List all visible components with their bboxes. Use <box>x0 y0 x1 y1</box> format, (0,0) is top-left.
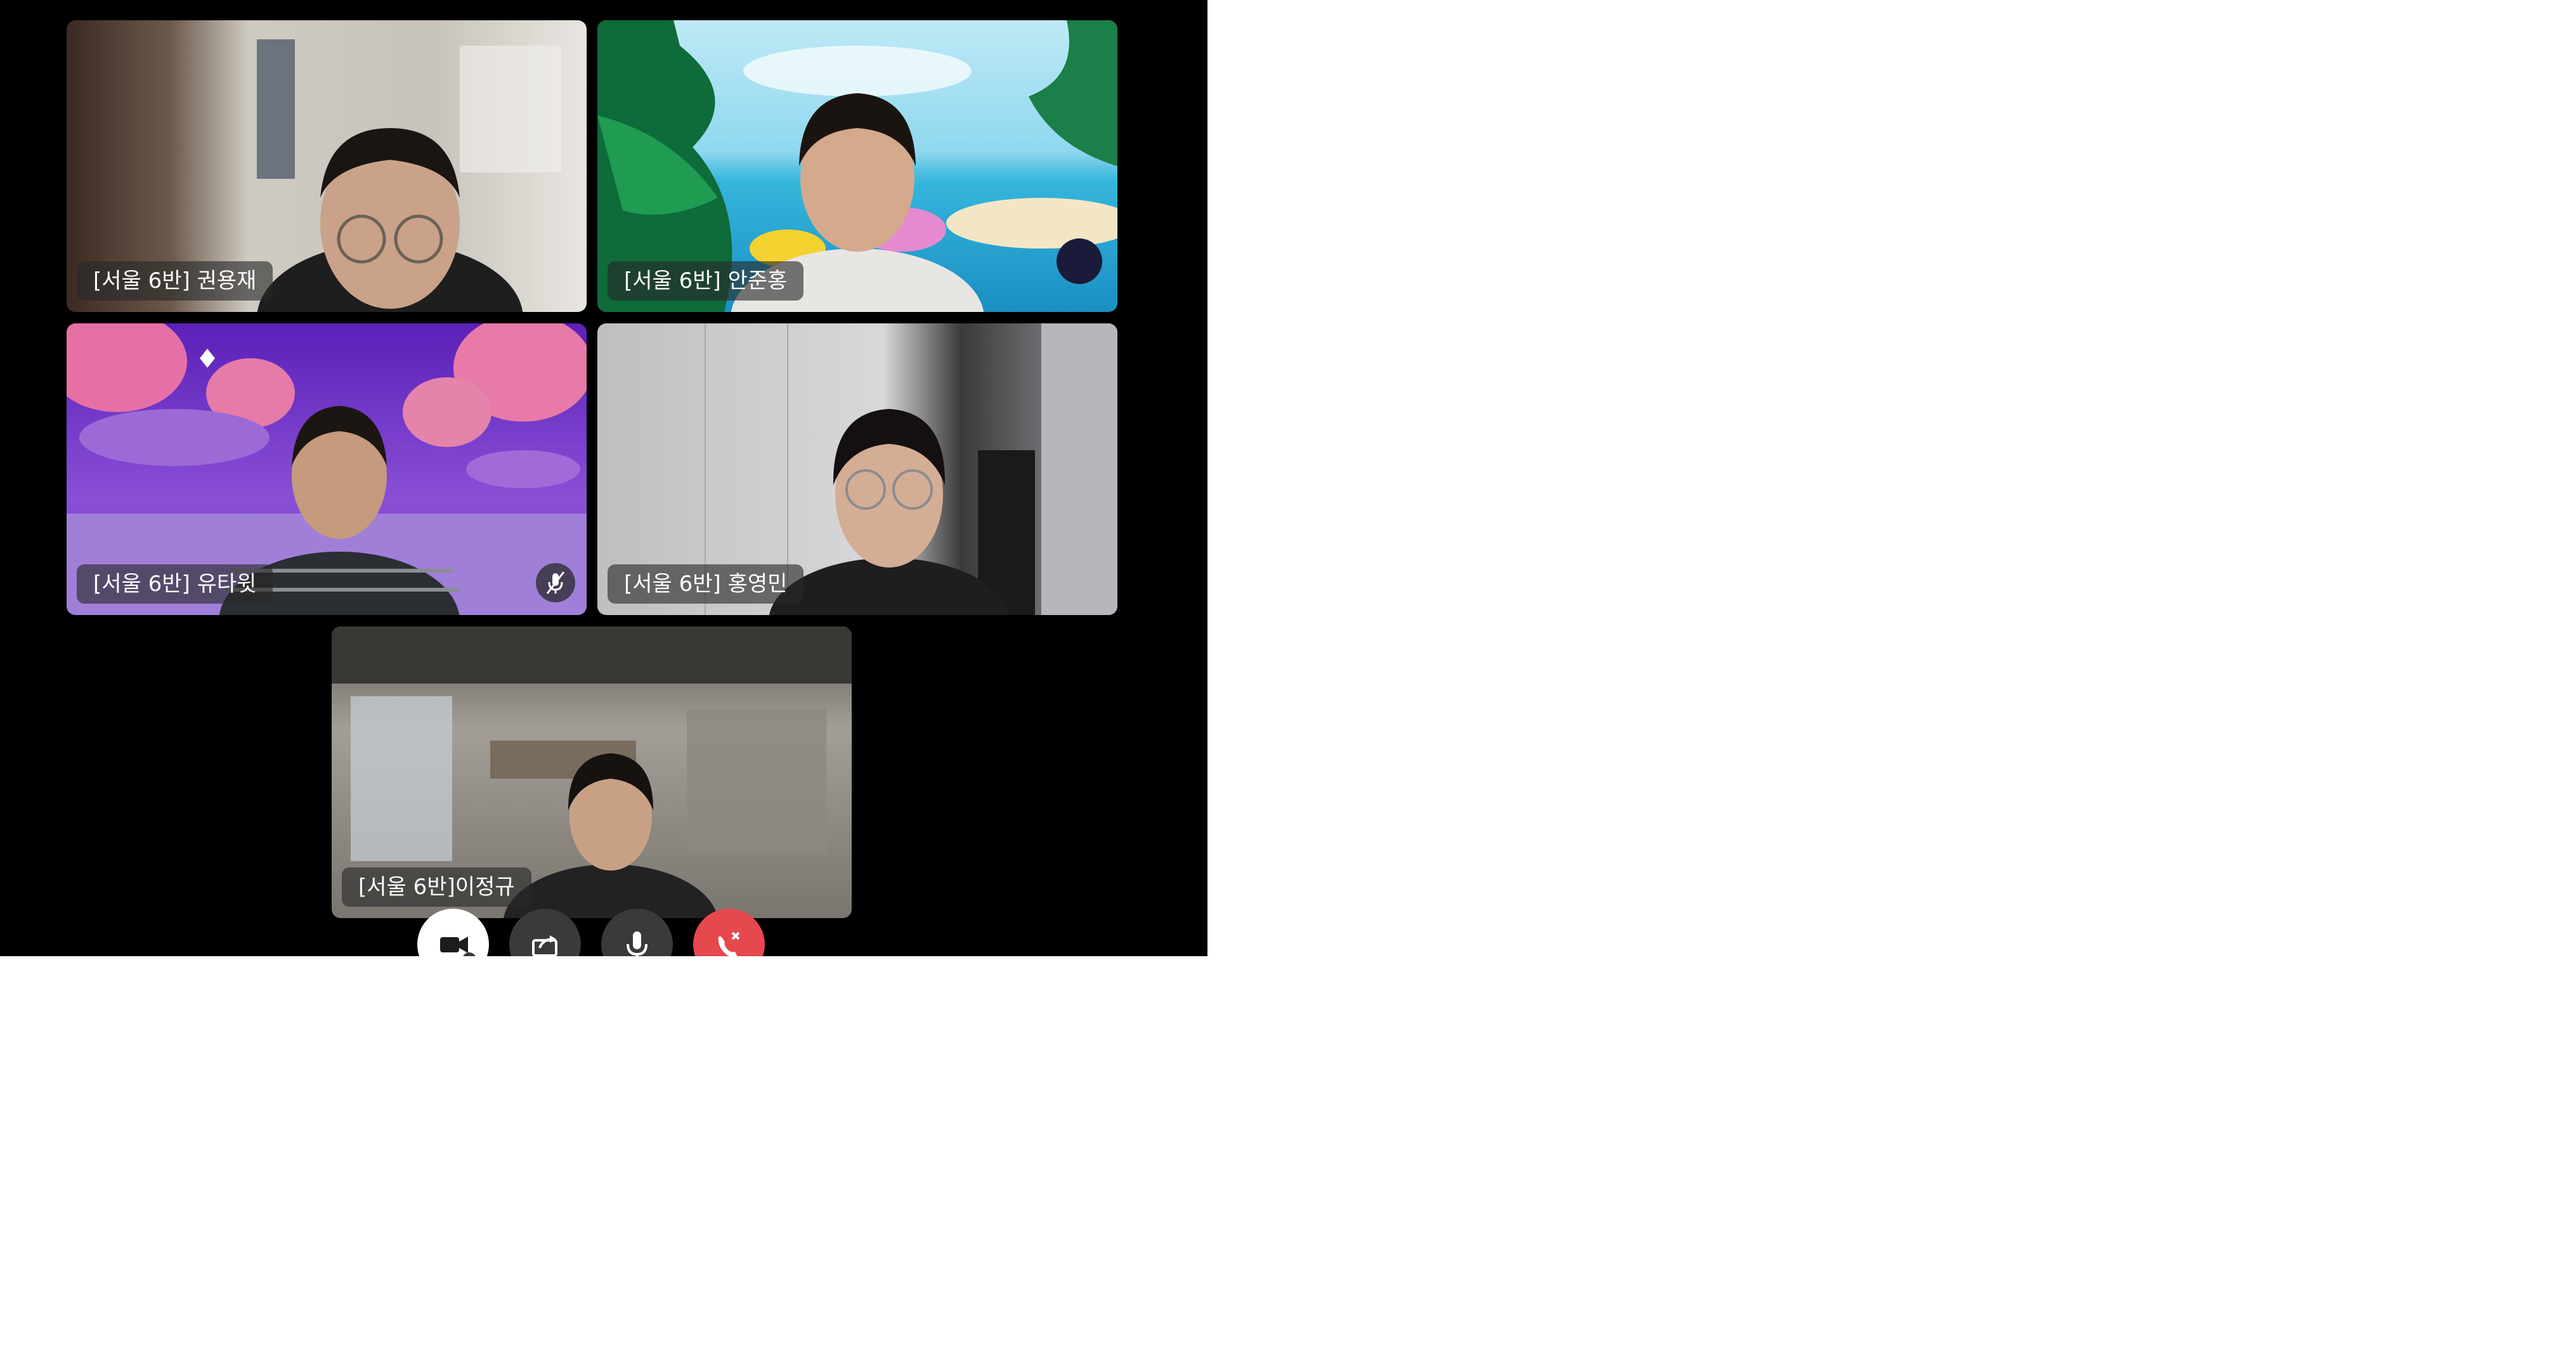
participant-name: [서울 6반] 권용재 <box>77 261 273 301</box>
camera-toggle-button[interactable] <box>417 909 489 956</box>
participant-name: [서울 6반] 홍영민 <box>608 564 804 604</box>
microphone-button[interactable] <box>601 909 673 956</box>
participant-name: [서울 6반] 안준홍 <box>608 261 804 301</box>
end-call-button[interactable] <box>693 909 765 956</box>
participant-name: [서울 6반]이정규 <box>342 867 531 907</box>
participant-tile-1[interactable]: [서울 6반] 권용재 <box>67 20 587 312</box>
share-screen-icon <box>532 935 557 956</box>
video-call-window: [서울 6반] 권용재 [서울 6반] 안준홍 [서울 6반] 유타윗 [서울 … <box>0 0 1207 956</box>
participant-tile-3[interactable]: [서울 6반] 유타윗 <box>67 323 587 615</box>
share-screen-button[interactable] <box>509 909 581 956</box>
participant-tile-5[interactable]: [서울 6반]이정규 <box>332 626 852 918</box>
participant-tile-4[interactable]: [서울 6반] 홍영민 <box>597 323 1117 615</box>
end-call-icon <box>718 931 740 956</box>
participant-tile-2[interactable]: [서울 6반] 안준홍 <box>597 20 1117 312</box>
video-camera-icon <box>440 937 476 956</box>
muted-microphone-icon <box>536 563 575 602</box>
microphone-icon <box>627 931 647 956</box>
participant-name: [서울 6반] 유타윗 <box>77 564 273 604</box>
